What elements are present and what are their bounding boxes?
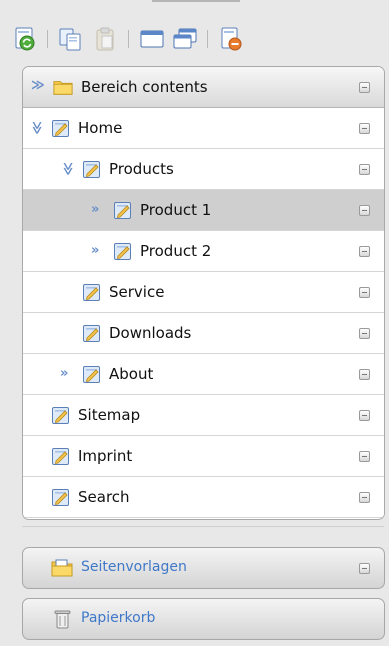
- delete-page-button[interactable]: [218, 26, 244, 52]
- row-menu-icon[interactable]: [359, 287, 370, 298]
- tree-row-label: Service: [109, 283, 165, 301]
- tree-row-label: Products: [109, 160, 174, 178]
- tree-root-label: Bereich contents: [81, 78, 208, 96]
- page-edit-icon: [83, 325, 100, 342]
- windows-button[interactable]: [172, 26, 198, 52]
- row-menu-icon[interactable]: [359, 451, 370, 462]
- trash-label: Papierkorb: [81, 610, 156, 626]
- trash-panel[interactable]: Papierkorb: [22, 598, 385, 640]
- windows-icon: [173, 28, 197, 49]
- tree-row[interactable]: Imprint: [23, 436, 384, 477]
- row-menu-icon[interactable]: [359, 492, 370, 503]
- expand-chevron-icon[interactable]: »: [91, 203, 105, 217]
- page-edit-icon: [83, 161, 100, 178]
- row-menu-icon[interactable]: [359, 246, 370, 257]
- templates-panel[interactable]: Seitenvorlagen: [22, 547, 385, 589]
- divider: [22, 526, 384, 527]
- tree-row-label: Product 1: [140, 201, 212, 219]
- paste-button[interactable]: [92, 26, 118, 52]
- tree-row-label: Imprint: [78, 447, 133, 465]
- page-tree-panel: ≫ Bereich contents ≫ Home ≫ Products » Produc…: [22, 66, 385, 520]
- row-menu-icon[interactable]: [359, 164, 370, 175]
- delete-page-icon: [221, 27, 242, 51]
- row-menu-icon[interactable]: [359, 328, 370, 339]
- tree-row[interactable]: ≫ Home: [23, 108, 384, 149]
- toolbar-separator: [47, 30, 48, 48]
- collapse-chevron-icon[interactable]: ≫: [29, 121, 44, 135]
- root-menu-icon[interactable]: [359, 82, 370, 93]
- trash-icon: [54, 610, 71, 629]
- tree-root-row[interactable]: ≫ Bereich contents: [23, 67, 384, 108]
- folder-icon: [53, 81, 73, 95]
- tree-row-label: About: [109, 365, 154, 383]
- refresh-page-button[interactable]: [12, 26, 38, 52]
- page-edit-icon: [114, 202, 131, 219]
- row-menu-icon[interactable]: [359, 410, 370, 421]
- templates-menu-icon[interactable]: [359, 563, 370, 574]
- expand-chevron-icon[interactable]: »: [60, 367, 74, 381]
- page-edit-icon: [83, 284, 100, 301]
- page-edit-icon: [52, 489, 69, 506]
- page-edit-icon: [83, 366, 100, 383]
- page-edit-icon: [52, 448, 69, 465]
- tree-row[interactable]: Search: [23, 477, 384, 518]
- row-menu-icon[interactable]: [359, 123, 370, 134]
- toolbar: [0, 0, 389, 60]
- collapse-chevron-icon[interactable]: ≫: [31, 79, 45, 93]
- tree-row-label: Home: [78, 119, 123, 137]
- paste-icon: [96, 27, 114, 51]
- tree-row-label: Search: [78, 488, 130, 506]
- refresh-page-icon: [15, 27, 35, 51]
- toolbar-separator: [128, 30, 129, 48]
- tree-row[interactable]: » Product 2: [23, 231, 384, 272]
- page-edit-icon: [52, 120, 69, 137]
- page-edit-icon: [52, 407, 69, 424]
- page-edit-icon: [114, 243, 131, 260]
- tree-row[interactable]: » About: [23, 354, 384, 395]
- tree-row[interactable]: Downloads: [23, 313, 384, 354]
- copy-button[interactable]: [57, 26, 83, 52]
- templates-label: Seitenvorlagen: [81, 559, 187, 575]
- tree-row-label: Product 2: [140, 242, 212, 260]
- row-menu-icon[interactable]: [359, 369, 370, 380]
- tree-row[interactable]: ≫ Products: [23, 149, 384, 190]
- tree-row[interactable]: Sitemap: [23, 395, 384, 436]
- tree-row[interactable]: Service: [23, 272, 384, 313]
- toolbar-separator: [207, 30, 208, 48]
- row-menu-icon[interactable]: [359, 205, 370, 216]
- collapse-chevron-icon[interactable]: ≫: [60, 162, 75, 176]
- window-button[interactable]: [139, 26, 165, 52]
- templates-folder-icon: [51, 559, 73, 577]
- toolbar-edge: [152, 0, 240, 2]
- expand-chevron-icon[interactable]: »: [91, 244, 105, 258]
- tree-row[interactable]: » Product 1: [23, 190, 384, 231]
- window-icon: [140, 30, 164, 48]
- copy-icon: [59, 28, 81, 51]
- tree-row-label: Downloads: [109, 324, 192, 342]
- tree-row-label: Sitemap: [78, 406, 141, 424]
